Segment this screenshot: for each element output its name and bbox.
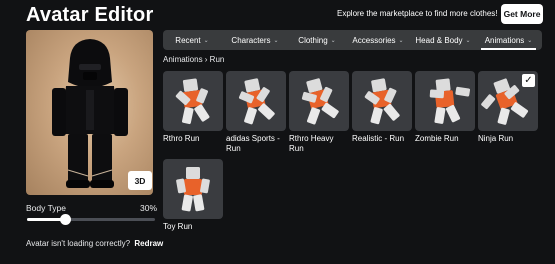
tab-label: Recent bbox=[175, 35, 201, 45]
body-type-value: 30% bbox=[140, 203, 158, 213]
tab-label: Accessories bbox=[352, 35, 396, 45]
tab-label: Head & Body bbox=[415, 35, 463, 45]
page-title: Avatar Editor bbox=[26, 4, 154, 26]
chevron-down-icon: ⌄ bbox=[398, 37, 404, 44]
category-tabs: Recent ⌄ Characters ⌄ Clothing ⌄ Accessorie… bbox=[163, 30, 542, 50]
loading-help: Avatar isn't loading correctly? Redraw bbox=[26, 239, 163, 248]
animation-item-realistic-run[interactable]: Realistic - Run bbox=[352, 71, 412, 144]
slider-thumb[interactable] bbox=[60, 214, 72, 225]
tab-head-body[interactable]: Head & Body ⌄ bbox=[411, 30, 475, 50]
item-name: Realistic - Run bbox=[352, 134, 405, 143]
chevron-down-icon: ⌄ bbox=[203, 37, 209, 44]
item-thumbnail bbox=[163, 71, 223, 131]
animation-item-zombie-run[interactable]: Zombie Run bbox=[415, 71, 475, 144]
loading-text: Avatar isn't loading correctly? bbox=[26, 239, 131, 248]
checkmark-icon: ✓ bbox=[522, 74, 535, 87]
chevron-down-icon: ⌄ bbox=[273, 37, 279, 44]
redraw-link[interactable]: Redraw bbox=[134, 239, 163, 248]
animation-item-adidas-sports-run[interactable]: adidas Sports - Run bbox=[226, 71, 286, 154]
promo-text: Explore the marketplace to find more clo… bbox=[337, 9, 498, 18]
item-thumbnail bbox=[352, 71, 412, 131]
item-thumbnail bbox=[415, 71, 475, 131]
get-more-button[interactable]: Get More bbox=[501, 4, 543, 24]
tab-label: Clothing bbox=[298, 35, 328, 45]
tab-accessories[interactable]: Accessories ⌄ bbox=[345, 30, 411, 50]
item-name: Rthro Run bbox=[163, 134, 200, 143]
item-name: Rthro Heavy Run bbox=[289, 134, 334, 153]
body-type-label: Body Type bbox=[26, 203, 67, 213]
item-name: Ninja Run bbox=[478, 134, 514, 143]
body-type-slider[interactable] bbox=[27, 214, 155, 225]
animation-item-rthro-run[interactable]: Rthro Run bbox=[163, 71, 223, 144]
tab-recent[interactable]: Recent ⌄ bbox=[163, 30, 221, 50]
item-name: adidas Sports - Run bbox=[226, 134, 280, 153]
tab-label: Characters bbox=[231, 35, 271, 45]
3d-toggle-button[interactable]: 3D bbox=[128, 171, 152, 190]
tab-animations[interactable]: Animations ⌄ bbox=[475, 30, 542, 50]
chevron-down-icon: ⌄ bbox=[330, 37, 336, 44]
animation-item-ninja-run[interactable]: ✓ Ninja Run bbox=[478, 71, 538, 144]
tab-characters[interactable]: Characters ⌄ bbox=[221, 30, 289, 50]
tab-clothing[interactable]: Clothing ⌄ bbox=[289, 30, 345, 50]
item-thumbnail bbox=[289, 71, 349, 131]
item-name: Zombie Run bbox=[415, 134, 459, 143]
item-name: Toy Run bbox=[163, 222, 193, 231]
breadcrumb: Animations › Run bbox=[163, 55, 225, 64]
chevron-down-icon: ⌄ bbox=[465, 37, 471, 44]
tab-label: Animations bbox=[484, 35, 525, 45]
item-thumbnail: ✓ bbox=[478, 71, 538, 131]
animation-item-toy-run[interactable]: Toy Run bbox=[163, 159, 223, 232]
animation-item-rthro-heavy-run[interactable]: Rthro Heavy Run bbox=[289, 71, 349, 154]
item-thumbnail bbox=[163, 159, 223, 219]
item-thumbnail bbox=[226, 71, 286, 131]
chevron-down-icon: ⌄ bbox=[527, 37, 533, 44]
